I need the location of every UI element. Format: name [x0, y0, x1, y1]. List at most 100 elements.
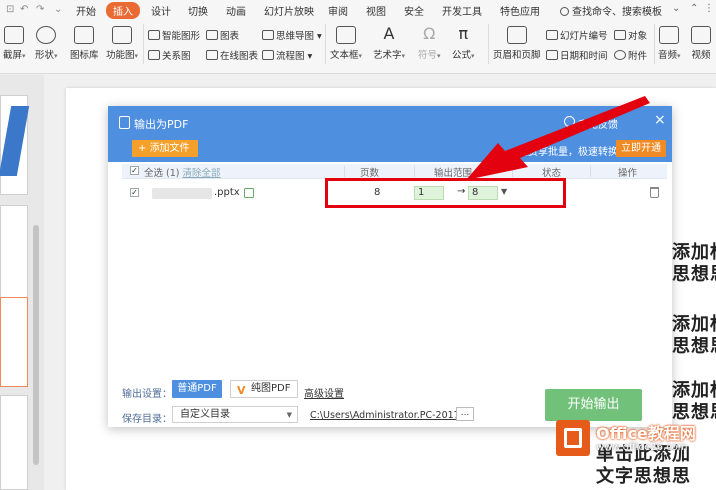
smart-shape-button[interactable]: 智能图形: [148, 28, 200, 42]
tab-special[interactable]: 特色应用: [500, 3, 540, 18]
column-separator: [344, 166, 345, 177]
icon-library-icon: [74, 26, 95, 44]
edit-icon[interactable]: [244, 188, 254, 198]
video-button[interactable]: 视频: [691, 26, 711, 61]
watermark-url: www.office26.com: [596, 442, 688, 453]
pi-icon: π: [458, 24, 469, 43]
thumbnail-decoration: [0, 106, 30, 176]
chevron-down-icon[interactable]: ⌄: [54, 4, 62, 15]
header-footer-button[interactable]: 页眉和页脚: [493, 26, 541, 61]
watermark-text: Office教程网: [596, 424, 696, 443]
function-chart-button[interactable]: 功能图▾: [106, 26, 138, 61]
row-checkbox[interactable]: ✓: [130, 188, 139, 197]
pure-image-pdf-button[interactable]: V 纯图PDF: [230, 380, 298, 398]
slide-body-text: 文字思想思: [596, 466, 691, 487]
tab-slideshow[interactable]: 幻灯片放映: [264, 3, 314, 18]
dialog-header: 输出为PDF 意见反馈 × + 添加文件 免费享批量，极速转换 立即开通: [108, 106, 672, 162]
undo-icon[interactable]: ↶: [20, 4, 28, 15]
chevron-down-icon[interactable]: ⌄: [672, 3, 680, 14]
attachment-button[interactable]: 附件: [614, 48, 647, 62]
thumbnail-scrollbar[interactable]: [33, 225, 39, 465]
slide-thumbnail-pane: [0, 75, 44, 490]
column-separator: [512, 166, 513, 177]
slide-body-text: 思想思: [672, 336, 716, 357]
advanced-settings-link[interactable]: 高级设置: [304, 385, 344, 400]
wordart-button[interactable]: A 艺术字▾: [373, 26, 405, 62]
save-icon[interactable]: ⊡: [6, 4, 14, 15]
textbox-button[interactable]: 文本框▾: [330, 26, 362, 61]
open-now-button[interactable]: 立即开通: [616, 140, 666, 157]
search-icon: [560, 7, 569, 16]
redo-icon[interactable]: ↷: [36, 4, 44, 15]
relation-icon: [148, 50, 160, 60]
slide-thumbnail-selected[interactable]: [0, 297, 28, 387]
plus-icon: +: [138, 143, 150, 154]
flowchart-icon: [262, 50, 274, 60]
select-all-label: 全选 (1) 清除全部: [144, 168, 221, 179]
flowchart-button[interactable]: 流程图 ▾: [262, 48, 312, 62]
dialog-title: 输出为PDF: [134, 118, 189, 131]
column-header-range: 输出范围: [434, 168, 473, 179]
trash-icon[interactable]: [650, 187, 659, 198]
crop-icon: [4, 26, 25, 44]
feedback-icon: [564, 116, 575, 127]
add-file-button[interactable]: + 添加文件: [132, 140, 198, 157]
normal-pdf-button[interactable]: 普通PDF: [172, 380, 222, 398]
column-header-action: 操作: [618, 168, 638, 179]
mind-map-button[interactable]: 思维导图 ▾: [262, 28, 322, 42]
slide-body-text: 思想思: [672, 264, 716, 285]
column-header-pages: 页数: [360, 168, 380, 179]
tab-transition[interactable]: 切换: [188, 3, 208, 18]
column-separator: [590, 166, 591, 177]
file-name-blurred: [152, 188, 212, 199]
slide-thumbnail[interactable]: [0, 395, 28, 490]
tab-home[interactable]: 开始: [76, 3, 96, 18]
icon-library-button[interactable]: 图标库: [70, 26, 99, 61]
tab-security[interactable]: 安全: [404, 3, 424, 18]
clear-all-link[interactable]: 清除全部: [183, 168, 221, 179]
object-button[interactable]: 对象: [614, 28, 647, 42]
symbol-button[interactable]: Ω 符号▾: [418, 26, 441, 62]
slide-number-icon: [546, 30, 558, 40]
tab-insert[interactable]: 插入: [106, 2, 140, 19]
tab-view[interactable]: 视图: [366, 3, 386, 18]
ribbon-tabs: ⊡ ↶ ↷ ⌄ 开始 插入 设计 切换 动画 幻灯片放映 审阅 视图 安全 开发…: [0, 0, 716, 20]
separator: [325, 24, 326, 64]
datetime-button[interactable]: 日期和时间: [546, 48, 608, 62]
slide-number-button[interactable]: 幻灯片编号: [546, 28, 608, 42]
header-footer-icon: [506, 26, 527, 44]
online-chart-button[interactable]: 在线图表: [206, 48, 258, 62]
select-all-checkbox[interactable]: ✓: [130, 166, 139, 175]
relation-button[interactable]: 关系图: [148, 48, 191, 62]
chevron-down-icon: ▼: [286, 411, 292, 419]
paperclip-icon: [614, 50, 626, 60]
audio-button[interactable]: 音频▾: [658, 26, 681, 61]
tab-animation[interactable]: 动画: [226, 3, 246, 18]
close-button[interactable]: ×: [654, 112, 666, 128]
screenshot-button[interactable]: 截屏▾: [3, 26, 26, 61]
shape-button[interactable]: 形状▾: [35, 26, 58, 61]
batch-promo-text: 免费享批量，极速转换: [518, 147, 618, 158]
search-command[interactable]: 查找命令、搜索模板: [560, 3, 662, 18]
tab-review[interactable]: 审阅: [328, 3, 348, 18]
separator: [654, 24, 655, 64]
chart-button[interactable]: 图表: [206, 28, 239, 42]
formula-button[interactable]: π 公式▾: [452, 24, 475, 62]
shape-icon: [36, 26, 57, 44]
image-pdf-icon: V: [237, 384, 246, 397]
separator: [143, 24, 144, 64]
slide-thumbnail[interactable]: [0, 95, 30, 195]
start-output-button[interactable]: 开始输出: [545, 389, 642, 421]
feedback-link[interactable]: 意见反馈: [578, 116, 618, 131]
save-directory-label: 保存目录：: [122, 414, 172, 425]
tab-design[interactable]: 设计: [151, 3, 171, 18]
save-path[interactable]: C:\Users\Administrator.PC-20171: [310, 410, 466, 421]
table-header: ✓ 全选 (1) 清除全部 页数 输出范围 状态 操作: [122, 164, 667, 179]
tab-developer[interactable]: 开发工具: [442, 3, 482, 18]
save-directory-select[interactable]: 自定义目录 ▼: [172, 406, 298, 423]
chevron-up-icon[interactable]: ⌃: [690, 3, 698, 14]
browse-button[interactable]: ...: [456, 407, 474, 421]
audio-icon: [659, 26, 680, 44]
file-extension: .pptx: [214, 187, 240, 198]
more-icon[interactable]: ⋮: [704, 3, 714, 14]
